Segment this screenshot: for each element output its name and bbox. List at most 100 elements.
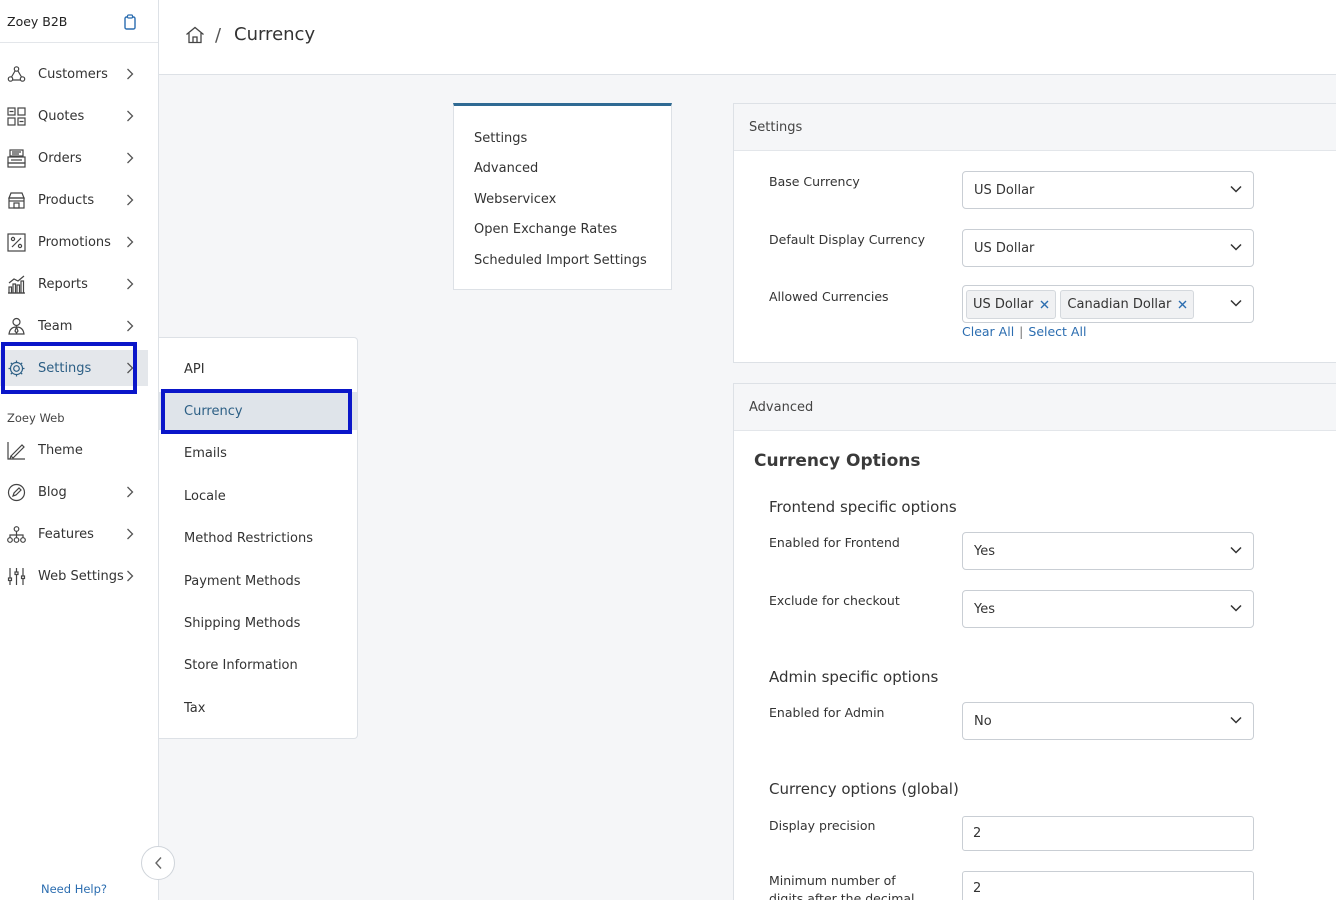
enabled-admin-label: Enabled for Admin	[769, 705, 885, 720]
submenu-item-shipping-methods[interactable]: Shipping Methods	[159, 604, 357, 642]
sidebar-item-label: Web Settings	[38, 568, 124, 584]
enabled-frontend-label: Enabled for Frontend	[769, 535, 900, 550]
sidebar-item-label: Features	[38, 526, 94, 542]
sidebar-item-reports[interactable]: Reports	[0, 266, 148, 302]
sidebar-item-label: Reports	[38, 276, 88, 292]
currency-tag-canadian-dollar: Canadian Dollar	[1060, 289, 1195, 319]
settings-panel: Settings Base Currency US Dollar Default…	[733, 103, 1336, 363]
clear-all-link[interactable]: Clear All	[962, 324, 1014, 339]
sidebar-item-team[interactable]: Team	[0, 308, 148, 344]
settings-highlight-box	[1, 342, 137, 394]
sidebar-item-customers[interactable]: Customers	[0, 56, 148, 92]
submenu-item-emails[interactable]: Emails	[159, 434, 357, 472]
chevron-right-icon	[126, 194, 134, 206]
select-all-link[interactable]: Select All	[1028, 324, 1086, 339]
page-title: Currency	[234, 24, 316, 45]
chevron-right-icon	[126, 528, 134, 540]
display-precision-input[interactable]: 2	[962, 816, 1254, 851]
tab-open-exchange-rates[interactable]: Open Exchange Rates	[474, 222, 617, 237]
sidebar-item-web-settings[interactable]: Web Settings	[0, 558, 148, 594]
sidebar-item-label: Promotions	[38, 234, 111, 250]
breadcrumb-separator: /	[215, 25, 222, 46]
enabled-frontend-select[interactable]: Yes	[962, 532, 1254, 570]
exclude-checkout-select[interactable]: Yes	[962, 590, 1254, 628]
sidebar-item-orders[interactable]: Orders	[0, 140, 148, 176]
sidebar-item-label: Products	[38, 192, 95, 208]
chevron-down-icon	[1230, 546, 1242, 554]
features-icon	[7, 525, 26, 544]
display-precision-label: Display precision	[769, 818, 876, 833]
sidebar: Zoey B2B Customers Quotes Orders Product…	[0, 0, 159, 900]
base-currency-select[interactable]: US Dollar	[962, 171, 1254, 209]
default-display-currency-select[interactable]: US Dollar	[962, 229, 1254, 267]
quotes-icon	[7, 107, 26, 126]
tag-label: US Dollar	[973, 296, 1034, 312]
sidebar-item-label: Blog	[38, 484, 67, 500]
home-icon[interactable]	[185, 26, 205, 44]
chevron-right-icon	[126, 278, 134, 290]
min-digits-value: 2	[973, 881, 982, 896]
chevron-right-icon	[126, 68, 134, 80]
submenu-item-payment-methods[interactable]: Payment Methods	[159, 562, 357, 600]
enabled-frontend-value: Yes	[974, 543, 995, 559]
clipboard-icon[interactable]	[124, 14, 136, 30]
sidebar-item-theme[interactable]: Theme	[0, 432, 148, 468]
tab-settings[interactable]: Settings	[474, 131, 527, 146]
allowed-currencies-multiselect[interactable]: US Dollar Canadian Dollar	[962, 285, 1254, 323]
advanced-panel: Advanced Currency Options Frontend speci…	[733, 383, 1336, 900]
sidebar-item-quotes[interactable]: Quotes	[0, 98, 148, 134]
page-header: / Currency	[159, 0, 1336, 75]
submenu-item-api[interactable]: API	[159, 350, 357, 388]
link-separator: |	[1019, 324, 1024, 339]
default-display-currency-value: US Dollar	[974, 240, 1035, 256]
currency-highlight-box	[161, 389, 352, 434]
store-name: Zoey B2B	[7, 13, 68, 29]
tab-scheduled-import-settings[interactable]: Scheduled Import Settings	[474, 253, 647, 268]
sidebar-item-label: Orders	[38, 150, 82, 166]
chevron-right-icon	[126, 486, 134, 498]
settings-panel-header: Settings	[734, 104, 1336, 151]
chevron-right-icon	[126, 152, 134, 164]
chevron-right-icon	[126, 570, 134, 582]
chevron-right-icon	[126, 110, 134, 122]
store-switcher[interactable]: Zoey B2B	[0, 0, 158, 43]
chevron-down-icon	[1230, 243, 1242, 251]
advanced-panel-header: Advanced	[734, 384, 1336, 431]
submenu-item-tax[interactable]: Tax	[159, 689, 357, 727]
collapse-sidebar-button[interactable]	[141, 846, 175, 880]
submenu-item-store-information[interactable]: Store Information	[159, 646, 357, 684]
remove-tag-icon[interactable]	[1040, 300, 1049, 309]
sidebar-item-features[interactable]: Features	[0, 516, 148, 552]
frontend-options-heading: Frontend specific options	[769, 498, 957, 516]
products-icon	[7, 191, 26, 210]
min-digits-input[interactable]: 2	[962, 871, 1254, 900]
allowed-currencies-label: Allowed Currencies	[769, 289, 889, 304]
exclude-checkout-label: Exclude for checkout	[769, 593, 900, 608]
need-help-link[interactable]: Need Help?	[41, 882, 107, 896]
customers-icon	[7, 65, 26, 84]
multiselect-actions: Clear All | Select All	[962, 324, 1086, 339]
global-options-heading: Currency options (global)	[769, 780, 959, 798]
admin-options-heading: Admin specific options	[769, 668, 939, 686]
default-display-currency-label: Default Display Currency	[769, 232, 926, 247]
base-currency-value: US Dollar	[974, 182, 1035, 198]
chevron-down-icon	[1230, 604, 1242, 612]
currency-tag-us-dollar: US Dollar	[966, 289, 1057, 319]
remove-tag-icon[interactable]	[1178, 300, 1187, 309]
tab-advanced[interactable]: Advanced	[474, 161, 538, 176]
sidebar-item-promotions[interactable]: Promotions	[0, 224, 148, 260]
theme-icon	[7, 441, 26, 460]
submenu-item-locale[interactable]: Locale	[159, 477, 357, 515]
display-precision-value: 2	[973, 826, 982, 841]
chevron-down-icon	[1230, 716, 1242, 724]
exclude-checkout-value: Yes	[974, 601, 995, 617]
chevron-down-icon	[1230, 185, 1242, 193]
submenu-item-method-restrictions[interactable]: Method Restrictions	[159, 519, 357, 557]
sidebar-item-label: Quotes	[38, 108, 85, 124]
tab-webservicex[interactable]: Webservicex	[474, 192, 556, 207]
enabled-admin-select[interactable]: No	[962, 702, 1254, 740]
reports-icon	[7, 275, 26, 294]
sidebar-item-products[interactable]: Products	[0, 182, 148, 218]
blog-icon	[7, 483, 26, 502]
sidebar-item-blog[interactable]: Blog	[0, 474, 148, 510]
